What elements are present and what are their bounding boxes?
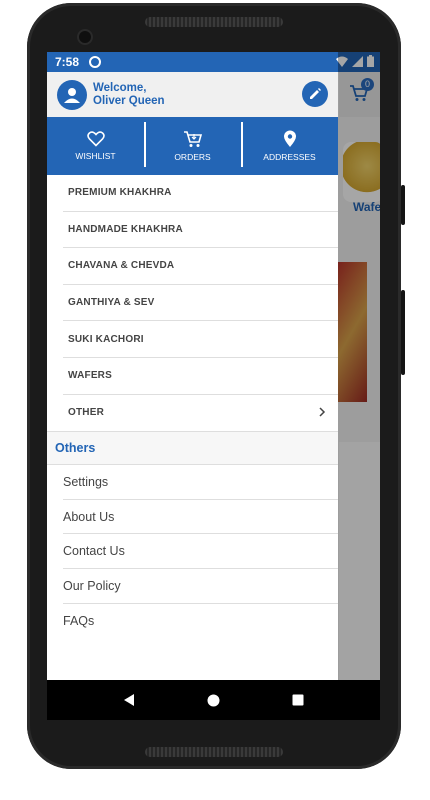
sync-notification-icon (89, 56, 102, 68)
settings-link[interactable]: Settings (63, 465, 338, 500)
others-list: Settings About Us Contact Us Our Policy … (47, 465, 338, 638)
edit-profile-button[interactable] (302, 81, 328, 107)
link-label: Settings (63, 474, 109, 489)
home-icon[interactable] (207, 694, 220, 707)
screen: 7:58 0 Wafer Welcome, (47, 52, 380, 720)
category-suki-kachori[interactable]: SUKI KACHORI (63, 321, 338, 358)
power-button (401, 290, 405, 375)
addresses-button[interactable]: ADDRESSES (241, 117, 338, 175)
user-icon (64, 87, 80, 103)
category-handmade-khakhra[interactable]: HANDMADE KHAKHRA (63, 212, 338, 249)
earpiece-speaker (145, 17, 283, 27)
greeting: Welcome, (93, 81, 147, 94)
quick-links-bar: WISHLIST ORDERS ADDRESSES (47, 117, 338, 175)
android-navigation-bar (47, 680, 380, 720)
faqs-link[interactable]: FAQs (63, 604, 338, 639)
front-camera (79, 31, 91, 43)
link-label: About Us (63, 509, 115, 524)
recents-icon[interactable] (292, 694, 304, 706)
location-pin-icon (283, 130, 296, 147)
back-icon[interactable] (123, 693, 135, 707)
user-name: Oliver Queen (93, 94, 165, 107)
category-chavana-chevda[interactable]: CHAVANA & CHEVDA (63, 248, 338, 285)
wishlist-label: WISHLIST (75, 151, 116, 161)
contact-us-link[interactable]: Contact Us (63, 534, 338, 569)
category-label: GANTHIYA & SEV (68, 297, 155, 309)
pencil-icon (310, 88, 321, 99)
addresses-label: ADDRESSES (263, 152, 316, 162)
category-wafers[interactable]: WAFERS (63, 358, 338, 395)
category-premium-khakhra[interactable]: PREMIUM KHAKHRA (63, 175, 338, 212)
volume-button (401, 185, 405, 225)
others-heading: Others (47, 431, 338, 466)
orders-label: ORDERS (174, 152, 211, 162)
heart-icon (86, 131, 105, 147)
chevron-right-icon (319, 407, 326, 417)
category-list: PREMIUM KHAKHRA HANDMADE KHAKHRA CHAVANA… (47, 175, 338, 431)
category-other[interactable]: OTHER (63, 395, 338, 432)
about-us-link[interactable]: About Us (63, 500, 338, 535)
avatar[interactable] (57, 79, 87, 110)
category-label: SUKI KACHORI (68, 333, 144, 345)
category-label: PREMIUM KHAKHRA (68, 187, 172, 199)
link-label: Our Policy (63, 578, 121, 593)
link-label: FAQs (63, 613, 95, 628)
category-label: HANDMADE KHAKHRA (68, 223, 183, 235)
navigation-drawer: Welcome, Oliver Queen WISHLIST ORDERS AD… (47, 72, 338, 680)
link-label: Contact Us (63, 544, 125, 559)
category-label: CHAVANA & CHEVDA (68, 260, 175, 272)
category-label: WAFERS (68, 370, 112, 382)
our-policy-link[interactable]: Our Policy (63, 569, 338, 604)
drawer-scrim[interactable] (338, 52, 380, 680)
category-label: OTHER (68, 407, 104, 419)
drawer-header: Welcome, Oliver Queen (47, 72, 338, 117)
orders-button[interactable]: ORDERS (144, 117, 241, 175)
bottom-speaker (145, 747, 283, 757)
welcome-text: Welcome, Oliver Queen (93, 82, 165, 108)
wishlist-button[interactable]: WISHLIST (47, 117, 144, 175)
status-bar: 7:58 (47, 52, 380, 72)
category-ganthiya-sev[interactable]: GANTHIYA & SEV (63, 285, 338, 322)
cart-icon (183, 131, 202, 147)
status-time: 7:58 (55, 55, 80, 69)
